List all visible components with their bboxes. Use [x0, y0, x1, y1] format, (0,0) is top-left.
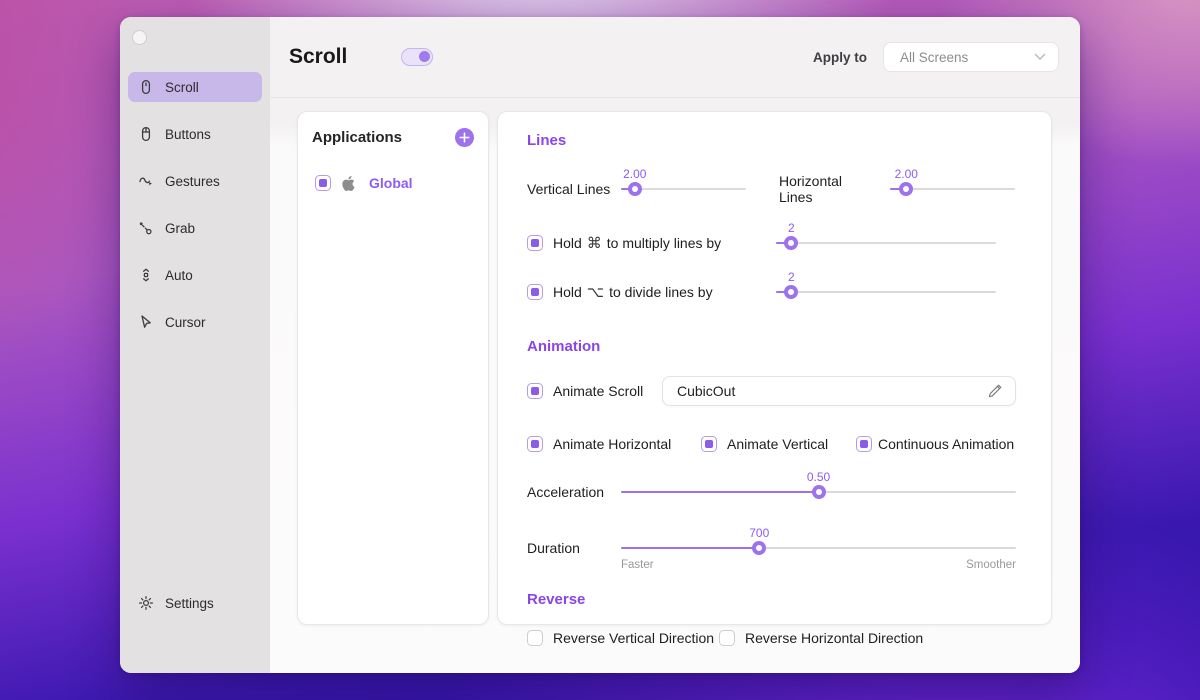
animate-scroll-label: Animate Scroll [553, 383, 648, 399]
application-checkbox[interactable] [315, 175, 331, 191]
cursor-arrow-icon [138, 314, 154, 330]
continuous-animation-option[interactable]: Continuous Animation [856, 436, 1014, 452]
continuous-animation-checkbox[interactable] [856, 436, 872, 452]
reverse-section-title: Reverse [527, 591, 1016, 608]
option-key-glyph: ⌥ [587, 284, 604, 301]
main-area: Scroll Apply to All Screens Applications [270, 17, 1080, 673]
animate-vertical-checkbox[interactable] [701, 436, 717, 452]
add-application-button[interactable] [455, 128, 474, 147]
grab-drag-icon [138, 220, 154, 236]
reverse-vertical-option[interactable]: Reverse Vertical Direction [527, 630, 719, 646]
continuous-animation-label: Continuous Animation [878, 436, 1014, 452]
mouse-buttons-icon [138, 126, 154, 142]
animate-vertical-label: Animate Vertical [727, 436, 828, 452]
applications-panel: Applications Global [297, 111, 489, 625]
acceleration-label: Acceleration [527, 484, 621, 500]
easing-function-value: CubicOut [677, 383, 735, 399]
easing-function-field[interactable]: CubicOut [662, 376, 1016, 406]
application-list-item[interactable]: Global [312, 175, 474, 191]
sidebar-item-label: Scroll [165, 80, 199, 95]
divide-lines-label: Hold⌥to divide lines by [553, 283, 713, 301]
reverse-horizontal-option[interactable]: Reverse Horizontal Direction [719, 630, 923, 646]
lines-section-title: Lines [527, 132, 1016, 149]
slider-value: 700 [749, 526, 769, 540]
duration-slider[interactable]: 700 Faster Smoother [621, 541, 1016, 555]
auto-scroll-icon [138, 267, 154, 283]
duration-smoother-hint: Smoother [966, 559, 1016, 571]
scroll-settings-panel: Lines Vertical Lines 2.00 Horizontal Lin… [497, 111, 1052, 625]
slider-thumb[interactable] [784, 285, 798, 299]
sidebar-item-label: Grab [165, 221, 195, 236]
sidebar: Scroll Buttons Gestures [120, 17, 270, 673]
apply-to-value: All Screens [900, 50, 968, 65]
sidebar-nav: Scroll Buttons Gestures [120, 72, 270, 337]
app-window: Scroll Buttons Gestures [120, 17, 1080, 673]
animate-horizontal-checkbox[interactable] [527, 436, 543, 452]
slider-thumb[interactable] [752, 541, 766, 555]
command-key-glyph: ⌘ [587, 235, 602, 252]
reverse-vertical-label: Reverse Vertical Direction [553, 630, 714, 646]
apply-to-label: Apply to [813, 50, 867, 65]
sidebar-item-buttons[interactable]: Buttons [128, 119, 262, 149]
sidebar-item-auto[interactable]: Auto [128, 260, 262, 290]
sidebar-item-settings[interactable]: Settings [128, 588, 262, 618]
gesture-squiggle-icon [138, 173, 154, 189]
divide-lines-checkbox[interactable] [527, 284, 543, 300]
sidebar-item-label: Gestures [165, 174, 220, 189]
multiply-lines-label: Hold⌘to multiply lines by [553, 234, 721, 252]
sidebar-item-label: Buttons [165, 127, 211, 142]
page-title: Scroll [289, 45, 347, 69]
duration-label: Duration [527, 540, 621, 556]
vertical-lines-label: Vertical Lines [527, 181, 621, 197]
slider-value: 2.00 [895, 167, 918, 181]
duration-faster-hint: Faster [621, 559, 654, 571]
apple-logo-icon [341, 176, 356, 191]
reverse-horizontal-checkbox[interactable] [719, 630, 735, 646]
slider-value: 0.50 [807, 470, 830, 484]
sidebar-item-gestures[interactable]: Gestures [128, 166, 262, 196]
slider-value: 2 [788, 270, 795, 284]
page-header: Scroll Apply to All Screens [270, 17, 1080, 98]
chevron-down-icon [1034, 53, 1046, 61]
application-name: Global [369, 175, 413, 191]
sidebar-item-label: Auto [165, 268, 193, 283]
mouse-scroll-icon [138, 79, 154, 95]
animation-section-title: Animation [527, 338, 1016, 355]
sidebar-item-grab[interactable]: Grab [128, 213, 262, 243]
horizontal-lines-label: Horizontal Lines [779, 173, 869, 205]
reverse-vertical-checkbox[interactable] [527, 630, 543, 646]
slider-thumb[interactable] [899, 182, 913, 196]
pencil-icon [987, 383, 1003, 399]
sidebar-item-label: Settings [165, 596, 214, 611]
sidebar-item-cursor[interactable]: Cursor [128, 307, 262, 337]
gear-icon [138, 595, 154, 611]
sidebar-item-scroll[interactable]: Scroll [128, 72, 262, 102]
multiply-lines-checkbox[interactable] [527, 235, 543, 251]
reverse-horizontal-label: Reverse Horizontal Direction [745, 630, 923, 646]
sidebar-item-label: Cursor [165, 315, 206, 330]
divide-lines-slider[interactable]: 2 [776, 285, 996, 299]
animate-vertical-option[interactable]: Animate Vertical [701, 436, 856, 452]
animate-scroll-checkbox[interactable] [527, 383, 543, 399]
animate-horizontal-label: Animate Horizontal [553, 436, 671, 452]
horizontal-lines-slider[interactable]: 2.00 [890, 182, 1015, 196]
slider-thumb[interactable] [628, 182, 642, 196]
applications-title: Applications [312, 129, 402, 146]
apply-to-select[interactable]: All Screens [883, 42, 1059, 72]
slider-thumb[interactable] [812, 485, 826, 499]
vertical-lines-slider[interactable]: 2.00 [621, 182, 746, 196]
slider-thumb[interactable] [784, 236, 798, 250]
scroll-enabled-toggle[interactable] [401, 48, 433, 66]
plus-icon [459, 132, 470, 143]
animate-horizontal-option[interactable]: Animate Horizontal [527, 436, 701, 452]
acceleration-slider[interactable]: 0.50 [621, 485, 1016, 499]
slider-value: 2 [788, 221, 795, 235]
toggle-knob [419, 51, 430, 62]
slider-value: 2.00 [623, 167, 646, 181]
window-close-button[interactable] [132, 30, 147, 45]
multiply-lines-slider[interactable]: 2 [776, 236, 996, 250]
